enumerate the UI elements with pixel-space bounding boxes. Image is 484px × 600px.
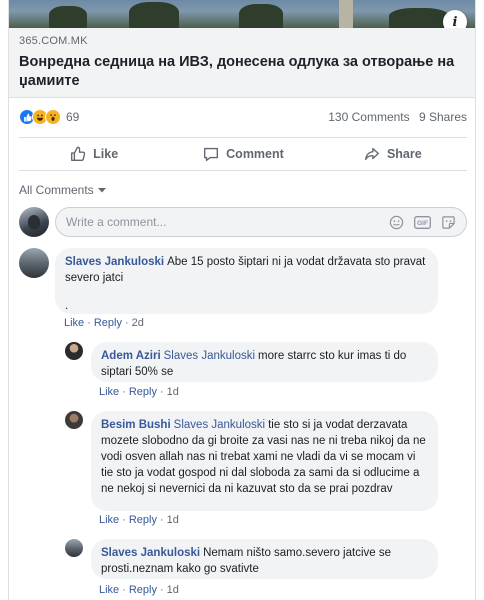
reply-author-avatar[interactable] — [65, 411, 83, 429]
reply-author-avatar[interactable] — [65, 342, 83, 360]
comment-meta: Like · Reply · 2d — [64, 317, 144, 329]
reply-time[interactable]: 1d — [167, 514, 179, 526]
reply-mention[interactable]: Slaves Jankuloski — [174, 419, 265, 431]
reply-like-link[interactable]: Like — [99, 386, 119, 398]
tree-shape — [129, 2, 179, 28]
link-title[interactable]: Вонредна седница на ИВЗ, донесена одлука… — [19, 53, 467, 91]
comment-like-link[interactable]: Like — [64, 317, 84, 329]
reply-meta: Like · Reply · 1d — [99, 514, 179, 526]
link-preview-image[interactable]: i — [9, 0, 475, 28]
reply-meta: Like · Reply · 1d — [99, 386, 179, 398]
link-domain: 365.COM.MK — [19, 35, 88, 47]
share-button-label: Share — [386, 147, 422, 161]
comment: Slaves Jankuloski Abe 15 posto šiptari ni… — [19, 248, 438, 314]
reply-mention[interactable]: Slaves Jankuloski — [164, 350, 255, 362]
reply-time[interactable]: 1d — [167, 386, 179, 398]
comment-input[interactable] — [66, 215, 389, 229]
reply: Adem Aziri Slaves Jankuloski more starrc s… — [65, 342, 438, 382]
reply-bubble: Slaves Jankuloski Nemam ništo samo.severo… — [91, 539, 438, 579]
thumbs-up-icon — [71, 146, 86, 161]
caret-down-icon — [97, 188, 106, 193]
svg-text:GIF: GIF — [417, 220, 428, 227]
reaction-count: 69 — [66, 110, 80, 124]
share-arrow-icon — [364, 147, 379, 161]
reply-reply-link[interactable]: Reply — [129, 584, 157, 596]
shares-count[interactable]: 9 Shares — [419, 110, 467, 124]
comment-button-label: Comment — [226, 147, 284, 161]
comment-share-counts: 130 Comments 9 Shares — [328, 110, 467, 124]
reply-author[interactable]: Besim Bushi — [101, 419, 171, 431]
like-button[interactable]: Like — [19, 138, 168, 170]
comment-filter-label: All Comments — [19, 183, 94, 197]
tree-shape — [239, 4, 283, 28]
reply: Slaves Jankuloski Nemam ništo samo.severo… — [65, 539, 438, 579]
reply: Besim Bushi Slaves Jankuloski tie sto si j… — [65, 411, 438, 511]
comment-button[interactable]: Comment — [168, 138, 317, 170]
reply-time[interactable]: 1d — [167, 584, 179, 596]
reply-reply-link[interactable]: Reply — [129, 386, 157, 398]
comment-text-extra: . — [65, 300, 69, 312]
sticker-icon[interactable] — [441, 215, 456, 230]
reply-meta: Like · Reply · 1d — [99, 584, 179, 596]
reply-bubble: Adem Aziri Slaves Jankuloski more starrc s… — [91, 342, 438, 382]
comment-filter-dropdown[interactable]: All Comments — [19, 183, 106, 197]
gif-icon[interactable]: GIF — [414, 215, 431, 229]
speech-bubble-icon — [204, 147, 219, 161]
reply-author[interactable]: Slaves Jankuloski — [101, 547, 200, 559]
comment-composer: GIF — [19, 205, 467, 239]
comments-count[interactable]: 130 Comments — [328, 110, 409, 124]
tree-shape — [49, 6, 87, 28]
current-user-avatar[interactable] — [19, 207, 49, 237]
comment-input-box[interactable]: GIF — [55, 207, 467, 237]
reply-like-link[interactable]: Like — [99, 514, 119, 526]
reactions-summary[interactable]: 69 — [19, 109, 79, 125]
reply-reply-link[interactable]: Reply — [129, 514, 157, 526]
reply-author-avatar[interactable] — [65, 539, 83, 557]
comment-time[interactable]: 2d — [132, 317, 144, 329]
reply-like-link[interactable]: Like — [99, 584, 119, 596]
post-action-bar: Like Comment Share — [19, 137, 467, 171]
tree-shape — [389, 8, 449, 28]
comment-author[interactable]: Slaves Jankuloski — [65, 256, 164, 268]
reply-author[interactable]: Adem Aziri — [101, 350, 161, 362]
post-card: i 365.COM.MK Вонредна седница на ИВЗ, до… — [8, 0, 476, 600]
link-preview-box[interactable]: 365.COM.MK Вонредна седница на ИВЗ, доне… — [9, 28, 475, 98]
share-button[interactable]: Share — [318, 138, 467, 170]
comment-bubble: Slaves Jankuloski Abe 15 posto šiptari ni… — [55, 248, 438, 314]
minaret-shape — [339, 0, 353, 28]
composer-icons: GIF — [389, 215, 456, 230]
info-icon[interactable]: i — [443, 10, 467, 28]
post-stats: 69 130 Comments 9 Shares — [9, 103, 475, 131]
wow-reaction-icon — [45, 109, 61, 125]
emoji-icon[interactable] — [389, 215, 404, 230]
like-button-label: Like — [93, 147, 119, 161]
comment-reply-link[interactable]: Reply — [94, 317, 122, 329]
commenter-avatar[interactable] — [19, 248, 49, 278]
reply-bubble: Besim Bushi Slaves Jankuloski tie sto si j… — [91, 411, 438, 511]
